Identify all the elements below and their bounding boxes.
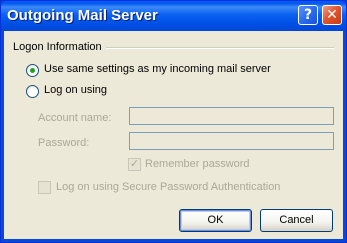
checkmark-icon: ✓ bbox=[129, 158, 140, 170]
ok-button[interactable]: OK bbox=[179, 209, 252, 232]
use-same-settings-radio[interactable] bbox=[26, 64, 39, 77]
dialog-body: Logon Information Use same settings as m… bbox=[4, 31, 343, 239]
secure-password-auth-checkbox[interactable] bbox=[38, 181, 51, 194]
account-name-label: Account name: bbox=[38, 112, 112, 124]
password-label: Password: bbox=[38, 137, 90, 149]
cancel-button[interactable]: Cancel bbox=[260, 209, 333, 232]
group-divider bbox=[106, 47, 334, 49]
remember-password-label[interactable]: Remember password bbox=[145, 158, 250, 170]
log-on-using-label[interactable]: Log on using bbox=[44, 84, 107, 96]
remember-password-checkbox[interactable]: ✓ bbox=[128, 158, 141, 171]
radio-selected-dot bbox=[30, 68, 35, 73]
title-bar[interactable]: Outgoing Mail Server ? ✕ bbox=[1, 1, 346, 31]
log-on-using-radio[interactable] bbox=[26, 85, 39, 98]
outgoing-mail-server-dialog: Outgoing Mail Server ? ✕ Logon Informati… bbox=[0, 0, 347, 243]
help-icon: ? bbox=[303, 7, 313, 23]
use-same-settings-label[interactable]: Use same settings as my incoming mail se… bbox=[44, 63, 271, 75]
logon-information-heading: Logon Information bbox=[13, 41, 102, 53]
close-icon: ✕ bbox=[326, 7, 338, 23]
password-field[interactable] bbox=[129, 132, 334, 150]
help-button[interactable]: ? bbox=[298, 5, 318, 25]
secure-password-auth-label[interactable]: Log on using Secure Password Authenticat… bbox=[56, 181, 280, 193]
close-button[interactable]: ✕ bbox=[322, 5, 342, 25]
account-name-field[interactable] bbox=[129, 107, 334, 125]
dialog-title: Outgoing Mail Server bbox=[7, 7, 158, 24]
